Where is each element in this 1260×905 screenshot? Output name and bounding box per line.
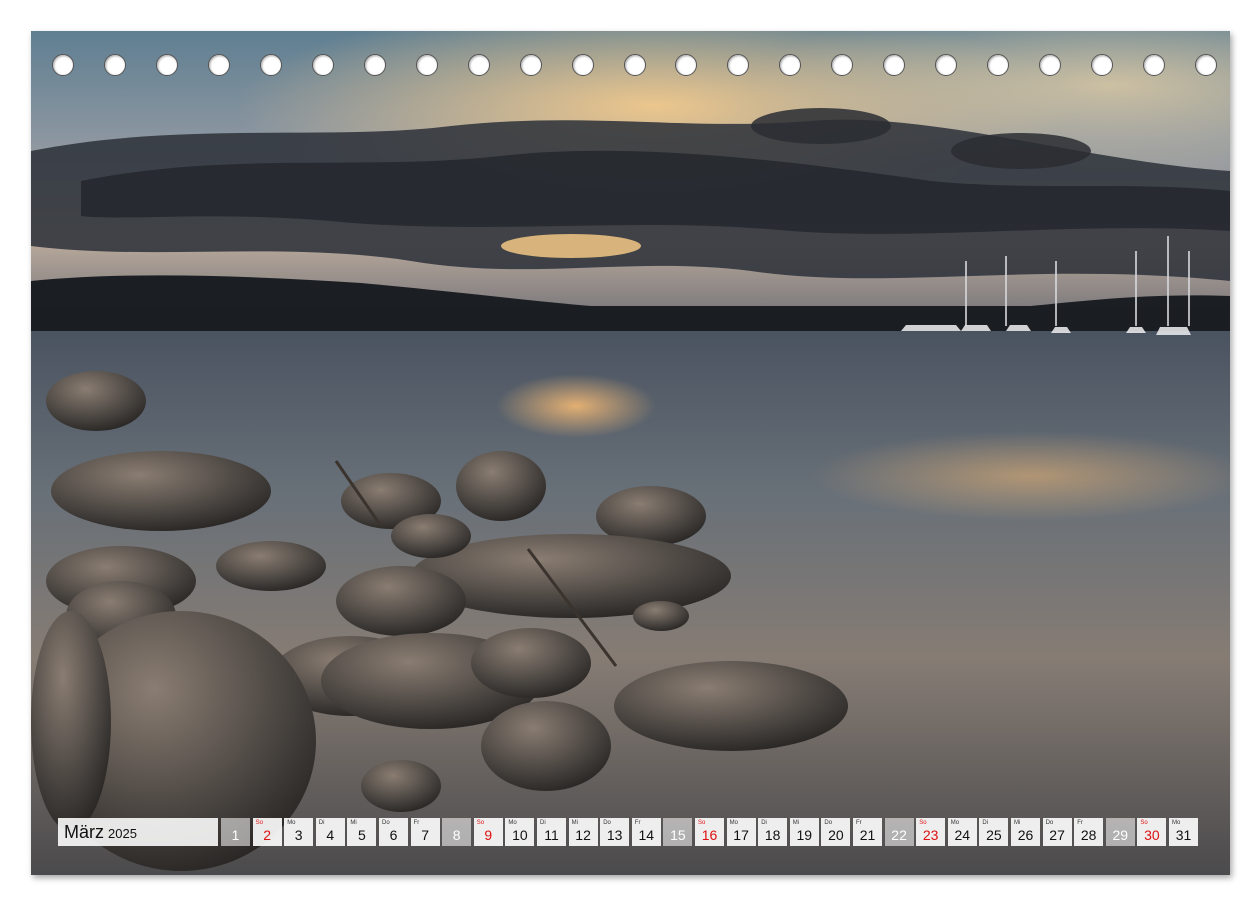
day-number: 19 bbox=[796, 827, 813, 843]
binding-hole bbox=[363, 54, 386, 76]
day-number: 31 bbox=[1175, 827, 1192, 843]
binding-hole bbox=[259, 54, 282, 76]
day-number: 18 bbox=[764, 827, 781, 843]
day-cell: Do 27 bbox=[1042, 818, 1072, 846]
binding-hole bbox=[1039, 54, 1062, 76]
day-cell: Di 25 bbox=[979, 818, 1009, 846]
day-number: 21 bbox=[859, 827, 876, 843]
day-cell: Mo 31 bbox=[1169, 818, 1198, 846]
day-cell: Fr 7 bbox=[410, 818, 440, 846]
day-number: 14 bbox=[638, 827, 655, 843]
day-cell: Fr 21 bbox=[853, 818, 882, 846]
day-cell: So 16 bbox=[695, 818, 724, 846]
day-cell: 22 bbox=[884, 818, 914, 846]
lake-sunset-photo bbox=[31, 31, 1230, 875]
day-cell: Di 18 bbox=[758, 818, 788, 846]
day-number: 23 bbox=[922, 827, 939, 843]
binding-hole bbox=[883, 54, 906, 76]
day-number: 1 bbox=[231, 827, 240, 843]
day-number: 11 bbox=[544, 827, 559, 843]
day-cell: 29 bbox=[1105, 818, 1135, 846]
day-cell: So 2 bbox=[252, 818, 282, 846]
binding-hole bbox=[1143, 54, 1166, 76]
day-cell: Mi 26 bbox=[1011, 818, 1040, 846]
day-number: 16 bbox=[701, 827, 718, 843]
day-cell: So 23 bbox=[916, 818, 946, 846]
day-cell: Mo 24 bbox=[947, 818, 977, 846]
day-cell: Do 6 bbox=[379, 818, 408, 846]
day-cell: Mi 19 bbox=[789, 818, 819, 846]
binding-hole bbox=[779, 54, 802, 76]
day-number: 20 bbox=[828, 827, 844, 843]
day-number: 5 bbox=[357, 827, 366, 843]
day-number: 7 bbox=[421, 827, 429, 843]
month-name: März bbox=[64, 822, 104, 842]
day-cell: Mo 10 bbox=[505, 818, 535, 846]
calendar-strip: März 2025 1 So 2 Mo 3 Di 4 Mi 5 Do 6 Fr 7 8 So 9 Mo 10 Di 11… bbox=[58, 818, 1204, 846]
day-number: 27 bbox=[1049, 827, 1065, 843]
day-number: 4 bbox=[326, 827, 335, 843]
day-number: 9 bbox=[484, 827, 493, 843]
day-cell: Do 13 bbox=[600, 818, 630, 846]
day-number: 15 bbox=[670, 827, 686, 843]
binding-hole bbox=[467, 54, 490, 76]
day-cell: So 30 bbox=[1137, 818, 1167, 846]
day-cell: Fr 28 bbox=[1074, 818, 1104, 846]
binding-hole bbox=[675, 54, 698, 76]
day-number: 25 bbox=[986, 827, 1002, 843]
binding-hole bbox=[1091, 54, 1114, 76]
binding-hole bbox=[935, 54, 958, 76]
day-number: 10 bbox=[512, 827, 528, 843]
day-number: 28 bbox=[1080, 827, 1097, 843]
binding-hole bbox=[1195, 54, 1217, 76]
binding-hole bbox=[571, 54, 594, 76]
lake-landscape-image bbox=[31, 31, 1230, 875]
day-cell: Mo 3 bbox=[284, 818, 314, 846]
day-cell: Di 11 bbox=[537, 818, 566, 846]
day-number: 13 bbox=[606, 827, 623, 843]
day-number: 22 bbox=[891, 827, 907, 843]
day-number: 3 bbox=[294, 827, 303, 843]
binding-hole bbox=[415, 54, 438, 76]
day-number: 2 bbox=[263, 827, 271, 843]
day-cell: 8 bbox=[442, 818, 472, 846]
day-cell: Fr 14 bbox=[631, 818, 661, 846]
year-label: 2025 bbox=[108, 826, 137, 841]
spiral-binding-holes bbox=[52, 54, 1217, 80]
day-number: 6 bbox=[389, 827, 398, 843]
binding-hole bbox=[623, 54, 646, 76]
day-cell: 15 bbox=[663, 818, 693, 846]
day-cell: Do 20 bbox=[821, 818, 851, 846]
binding-hole bbox=[727, 54, 750, 76]
binding-hole bbox=[52, 54, 74, 76]
day-cell: Mi 12 bbox=[568, 818, 598, 846]
day-number: 26 bbox=[1017, 827, 1034, 843]
binding-hole bbox=[831, 54, 854, 76]
month-label-box: März 2025 bbox=[58, 818, 218, 846]
day-number: 17 bbox=[733, 827, 749, 843]
binding-hole bbox=[207, 54, 230, 76]
day-cell: Di 4 bbox=[315, 818, 345, 846]
binding-hole bbox=[155, 54, 178, 76]
binding-hole bbox=[987, 54, 1010, 76]
day-number: 30 bbox=[1144, 827, 1160, 843]
day-cell: So 9 bbox=[473, 818, 503, 846]
day-cell: Mi 5 bbox=[347, 818, 377, 846]
day-number: 12 bbox=[575, 827, 591, 843]
binding-hole bbox=[519, 54, 542, 76]
day-number: 8 bbox=[452, 827, 461, 843]
day-cell: 1 bbox=[221, 818, 250, 846]
binding-hole bbox=[103, 54, 126, 76]
day-cell: Mo 17 bbox=[726, 818, 756, 846]
day-number: 24 bbox=[954, 827, 971, 843]
day-number: 29 bbox=[1112, 827, 1129, 843]
binding-hole bbox=[311, 54, 334, 76]
